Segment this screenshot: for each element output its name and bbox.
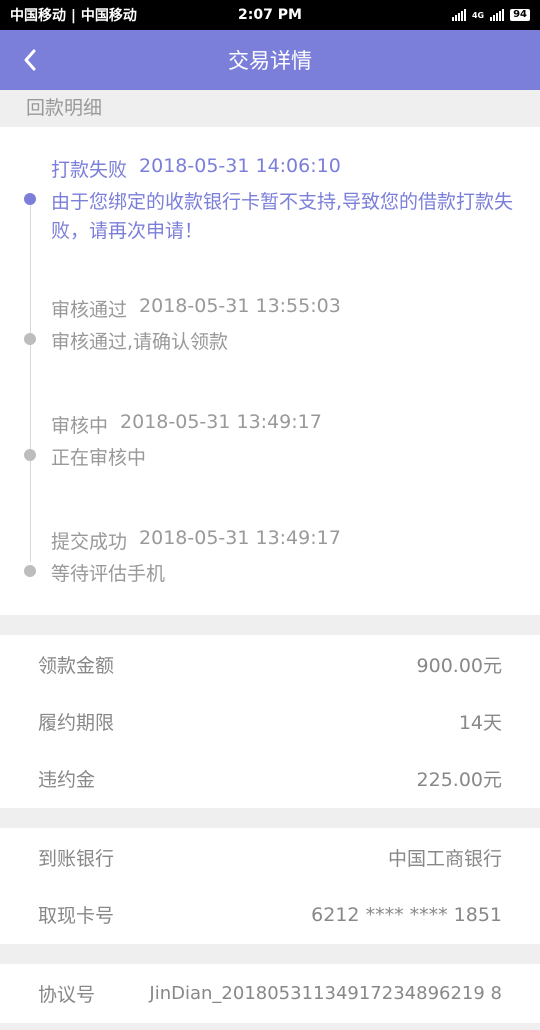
timeline-dot	[24, 565, 36, 577]
timeline-line	[30, 200, 31, 562]
section-title: 回款明细	[0, 90, 540, 127]
row-value: 900.00元	[416, 655, 502, 677]
timeline-header: 打款失败 2018-05-31 14:06:10	[51, 155, 538, 182]
timeline-header: 审核通过 2018-05-31 13:55:03	[51, 295, 538, 322]
loan-amount-row: 领款金额 900.00元	[0, 636, 540, 693]
row-value: 225.00元	[416, 769, 502, 791]
timeline-item: 审核通过 2018-05-31 13:55:03 审核通过,请确认领款	[24, 295, 538, 357]
loan-info-group: 领款金额 900.00元 履约期限 14天 违约金 225.00元	[0, 635, 540, 808]
signal-icon-2	[490, 9, 505, 21]
timeline-time: 2018-05-31 13:49:17	[139, 527, 341, 549]
term-row: 履约期限 14天	[0, 693, 540, 750]
timeline: 打款失败 2018-05-31 14:06:10 由于您绑定的收款银行卡暂不支持…	[0, 127, 540, 615]
timeline-header: 审核中 2018-05-31 13:49:17	[51, 411, 538, 438]
carrier-label: 中国移动 | 中国移动	[10, 8, 137, 24]
chevron-left-icon	[24, 49, 36, 71]
battery-icon: 94	[510, 9, 530, 21]
timeline-desc: 等待评估手机	[51, 563, 166, 585]
timeline-desc: 正在审核中	[51, 447, 147, 469]
bank-row: 到账银行 中国工商银行	[0, 829, 540, 886]
timeline-time: 2018-05-31 14:06:10	[139, 155, 341, 177]
row-value: 6212 **** **** 1851	[311, 903, 502, 926]
timeline-status: 提交成功	[51, 531, 128, 553]
row-value: 中国工商银行	[387, 848, 502, 870]
timeline-desc: 由于您绑定的收款银行卡暂不支持,导致您的借款打款失败，请再次申请！	[51, 191, 514, 242]
row-label: 协议号	[38, 984, 96, 1006]
timeline-item: 打款失败 2018-05-31 14:06:10 由于您绑定的收款银行卡暂不支持…	[24, 155, 538, 246]
timeline-desc: 审核通过,请确认领款	[51, 331, 229, 353]
row-label: 领款金额	[38, 655, 115, 677]
timeline-dot	[24, 193, 36, 205]
row-label: 取现卡号	[38, 905, 115, 927]
timeline-item: 审核中 2018-05-31 13:49:17 正在审核中	[24, 411, 538, 473]
card-number-row: 取现卡号 6212 **** **** 1851	[0, 886, 540, 943]
row-label: 履约期限	[38, 712, 115, 734]
row-value: 14天	[458, 712, 502, 734]
status-bar: 中国移动 | 中国移动 2:07 PM 4G 94	[0, 0, 540, 30]
agreement-group: 协议号 JinDian_20180531134917234896219 8	[0, 964, 540, 1023]
timeline-time: 2018-05-31 13:49:17	[120, 411, 322, 433]
timeline-dot	[24, 449, 36, 461]
status-icons: 4G 94	[451, 9, 530, 21]
timeline-status: 审核中	[51, 415, 109, 437]
bank-info-group: 到账银行 中国工商银行 取现卡号 6212 **** **** 1851	[0, 828, 540, 944]
timeline-status: 打款失败	[51, 159, 128, 181]
timeline-header: 提交成功 2018-05-31 13:49:17	[51, 527, 538, 554]
network-label: 4G	[471, 10, 485, 20]
row-value: JinDian_20180531134917234896219 8	[149, 983, 502, 1004]
agreement-row: 协议号 JinDian_20180531134917234896219 8	[0, 965, 540, 1022]
back-button[interactable]	[22, 45, 40, 75]
signal-icon	[451, 9, 466, 21]
timeline-item: 提交成功 2018-05-31 13:49:17 等待评估手机	[24, 527, 538, 589]
timeline-status: 审核通过	[51, 299, 128, 321]
row-label: 违约金	[38, 769, 96, 791]
penalty-row: 违约金 225.00元	[0, 750, 540, 807]
timeline-time: 2018-05-31 13:55:03	[139, 295, 341, 317]
timeline-dot	[24, 333, 36, 345]
page-title: 交易详情	[228, 49, 312, 73]
nav-bar: 交易详情	[0, 30, 540, 90]
row-label: 到账银行	[38, 848, 115, 870]
